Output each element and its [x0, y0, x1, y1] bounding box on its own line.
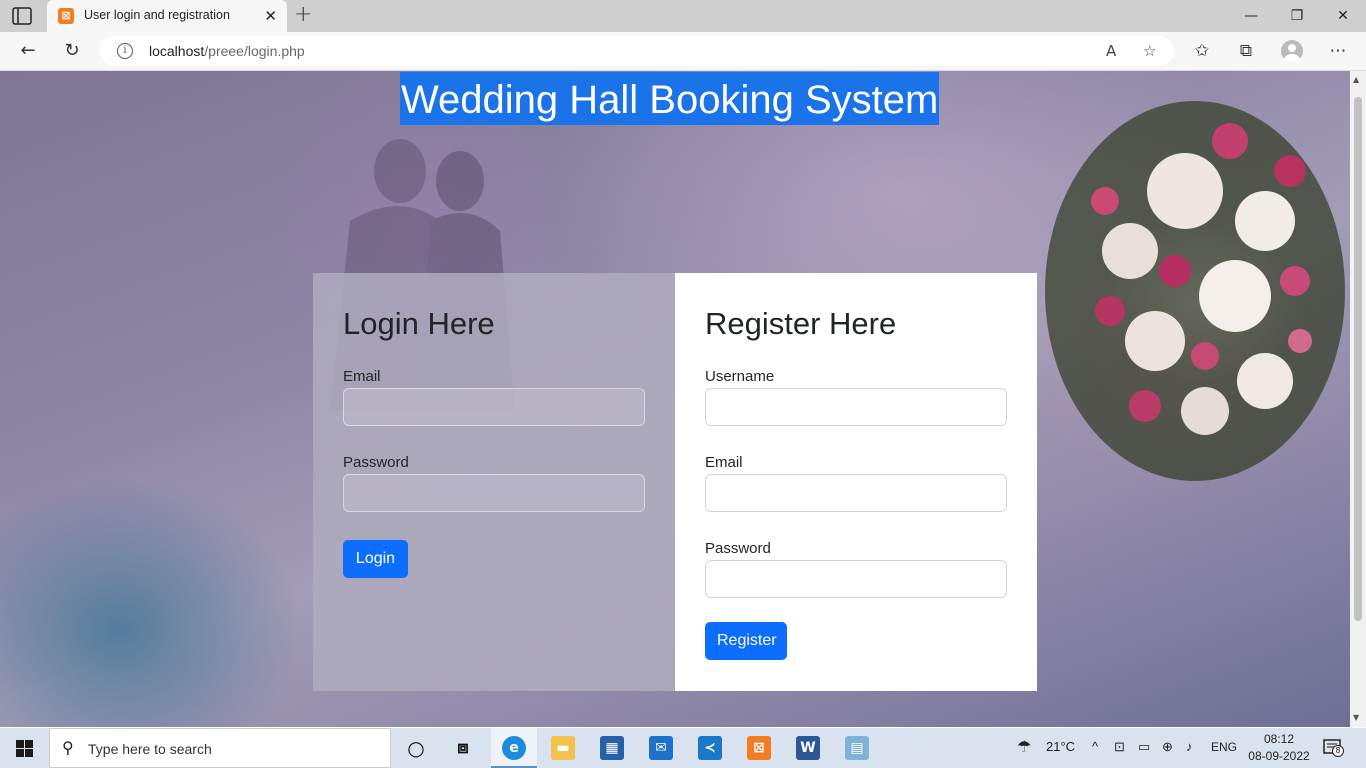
minimize-button[interactable]: —	[1228, 5, 1274, 27]
tab-title: User login and registration	[84, 8, 230, 22]
address-bar[interactable]: i localhost/preee/login.php A ☆	[100, 36, 1174, 66]
tab-close-icon[interactable]: ✕	[264, 7, 277, 25]
language-indicator[interactable]: ENG	[1211, 740, 1237, 754]
page-viewport: Wedding Hall Booking System Login Here E…	[0, 71, 1350, 727]
register-password-label: Password	[705, 540, 771, 557]
register-username-input[interactable]	[705, 388, 1007, 426]
login-button[interactable]: Login	[343, 540, 408, 578]
mail-icon[interactable]: ✉	[638, 728, 684, 768]
register-button[interactable]: Register	[705, 622, 787, 660]
xampp-icon[interactable]: ⊠	[736, 728, 782, 768]
language-globe-icon[interactable]: ⊕	[1162, 739, 1173, 755]
browser-tab-bar: ⊠ User login and registration ✕ + — ❐ ✕	[0, 0, 1366, 32]
restore-button[interactable]: ❐	[1274, 5, 1320, 27]
login-email-label: Email	[343, 368, 381, 385]
register-password-input[interactable]	[705, 560, 1007, 598]
login-heading: Login Here	[343, 306, 495, 341]
task-view-icon[interactable]: ⧈	[440, 728, 486, 768]
scroll-down-icon[interactable]: ▼	[1353, 713, 1359, 722]
weather-temp[interactable]: 21°C	[1046, 739, 1075, 754]
read-aloud-icon[interactable]: A	[1106, 42, 1116, 60]
notepad-icon[interactable]: ▤	[834, 728, 880, 768]
refresh-icon[interactable]: ↻	[60, 40, 84, 62]
collections-icon[interactable]: ⧉	[1234, 40, 1258, 62]
store-icon[interactable]: ▦	[589, 728, 635, 768]
clock-date: 08-09-2022	[1248, 749, 1310, 763]
register-heading: Register Here	[705, 306, 897, 341]
scroll-up-icon[interactable]: ▲	[1353, 75, 1359, 84]
login-email-input[interactable]	[343, 388, 645, 426]
network-icon[interactable]: ⊡	[1114, 739, 1125, 755]
profile-icon[interactable]	[1281, 40, 1303, 62]
search-icon: ⚲	[62, 738, 74, 757]
scrollbar-thumb[interactable]	[1354, 97, 1362, 621]
notification-center-icon[interactable]: 8	[1323, 739, 1344, 757]
taskbar: ⚲ Type here to search ○ ⧈ e ▬ ▦ ✉ ≺ ⊠ W …	[0, 728, 1366, 768]
xampp-favicon-icon: ⊠	[58, 8, 74, 24]
page-title: Wedding Hall Booking System	[400, 72, 940, 125]
word-icon[interactable]: W	[785, 728, 831, 768]
url-text: localhost/preee/login.php	[149, 43, 305, 59]
more-icon[interactable]: ⋯	[1326, 40, 1350, 62]
windows-start-icon[interactable]	[16, 740, 33, 757]
taskbar-search-box[interactable]: ⚲ Type here to search	[49, 728, 391, 768]
register-panel: Register Here Username Email Password Re…	[675, 273, 1037, 691]
file-explorer-icon[interactable]: ▬	[540, 728, 586, 768]
login-password-input[interactable]	[343, 474, 645, 512]
login-panel: Login Here Email Password Login	[313, 273, 675, 691]
vscode-icon[interactable]: ≺	[687, 728, 733, 768]
browser-tab[interactable]: ⊠ User login and registration ✕	[47, 0, 287, 32]
notification-count-badge: 8	[1332, 745, 1344, 757]
show-hidden-icons-icon[interactable]: ^	[1092, 739, 1098, 754]
clock-time: 08:12	[1263, 732, 1295, 746]
search-placeholder: Type here to search	[88, 741, 212, 757]
login-password-label: Password	[343, 454, 409, 471]
register-username-label: Username	[705, 368, 775, 385]
sidebar-icon[interactable]	[12, 7, 32, 25]
bouquet-image	[1045, 101, 1345, 481]
register-email-input[interactable]	[705, 474, 1007, 512]
info-icon[interactable]: i	[117, 43, 133, 59]
close-window-button[interactable]: ✕	[1320, 5, 1366, 27]
battery-icon[interactable]: ▭	[1138, 739, 1150, 755]
cortana-icon[interactable]: ○	[393, 728, 439, 768]
favorites-icon[interactable]: ✩	[1190, 40, 1214, 62]
volume-icon[interactable]: ♪	[1186, 739, 1193, 754]
edge-icon[interactable]: e	[491, 728, 537, 768]
register-email-label: Email	[705, 454, 743, 471]
page-scrollbar[interactable]: ▲ ▼	[1350, 71, 1366, 727]
new-tab-button[interactable]: +	[294, 4, 312, 26]
browser-toolbar: ← ↻ i localhost/preee/login.php A ☆ ✩ ⧉ …	[0, 32, 1366, 71]
back-arrow-icon[interactable]: ←	[16, 40, 40, 62]
weather-icon[interactable]: ☂	[1017, 737, 1031, 757]
add-favorite-icon[interactable]: ☆	[1143, 42, 1156, 60]
system-clock[interactable]: 08:12 08-09-2022	[1245, 731, 1313, 765]
